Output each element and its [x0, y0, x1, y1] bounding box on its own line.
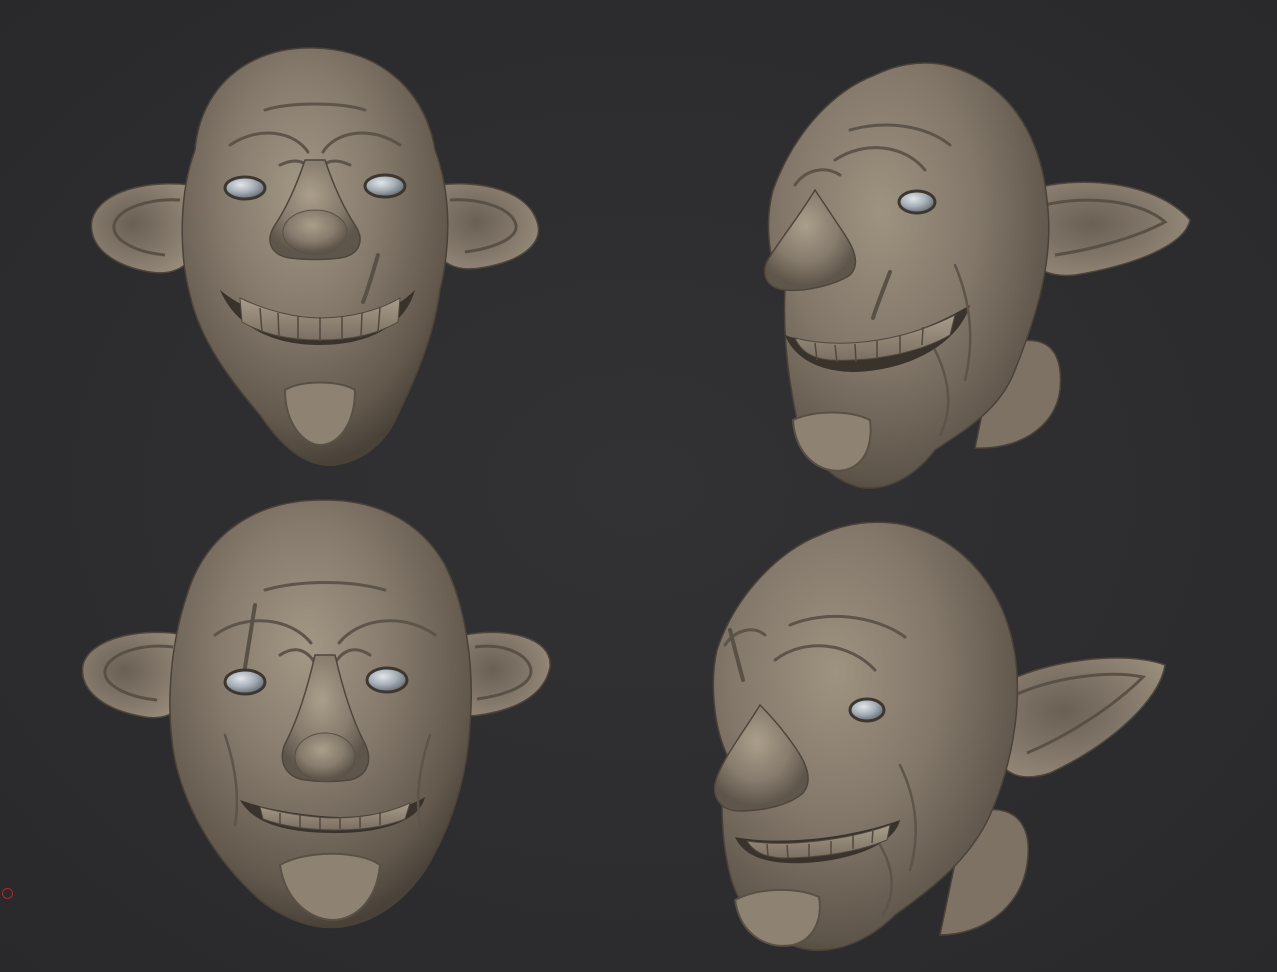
- chin: [733, 888, 821, 947]
- front-view-grin: [81, 499, 551, 929]
- three-quarter-view-grin: [712, 521, 1166, 952]
- front-view-smile: [90, 47, 540, 466]
- left-eye: [223, 668, 267, 696]
- eye: [897, 189, 937, 215]
- right-eye: [363, 173, 407, 199]
- eye: [848, 697, 886, 723]
- right-ear: [434, 183, 540, 270]
- pivot-marker-icon[interactable]: [2, 888, 13, 899]
- left-ear: [90, 183, 196, 274]
- ear: [994, 657, 1166, 778]
- chin: [791, 411, 872, 472]
- three-quarter-view-smile: [764, 62, 1191, 489]
- ear: [1024, 181, 1191, 277]
- left-eye: [223, 175, 267, 201]
- right-eye: [365, 666, 409, 694]
- sculpt-viewport[interactable]: [0, 0, 1277, 972]
